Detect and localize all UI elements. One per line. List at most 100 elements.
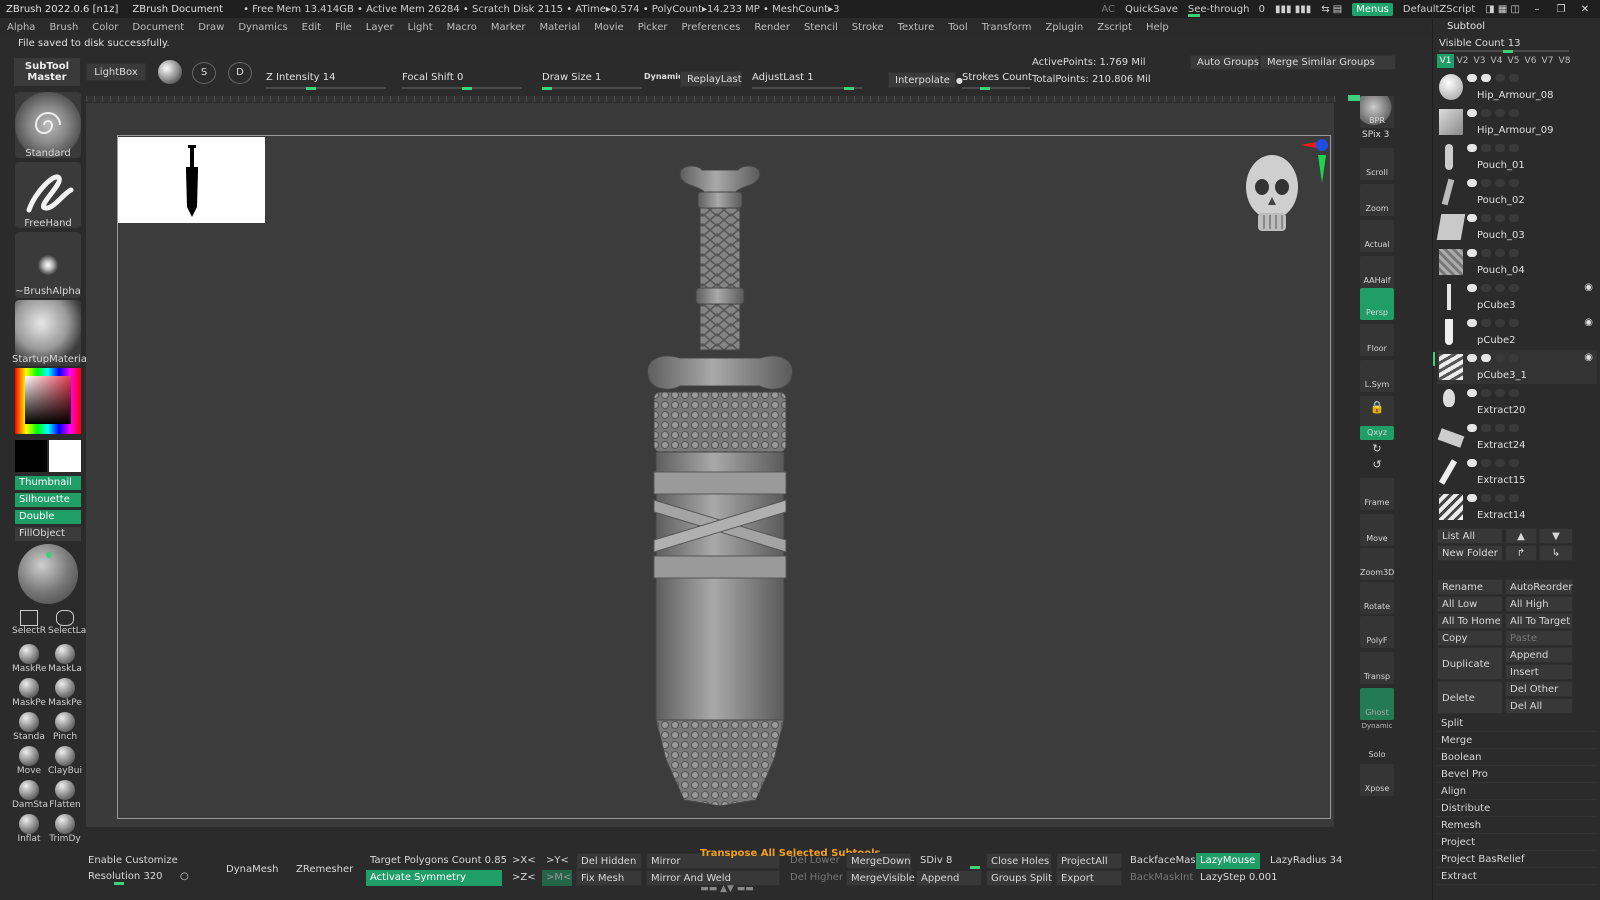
draw-d-icon[interactable]: D [228,62,252,84]
interpolate-button[interactable]: Interpolate ● [888,72,963,88]
menu-marker[interactable]: Marker [484,22,533,33]
flatten-brush-mini[interactable]: Flatten [48,780,82,814]
subtool-item[interactable]: Pouch_04 [1437,245,1597,279]
subtool-item-selected[interactable]: pCube3_1 ◉ [1433,350,1597,384]
subtool-item[interactable]: Pouch_01 [1437,140,1597,174]
primary-color-swatch[interactable] [15,440,47,472]
copy-button[interactable]: Copy [1437,630,1503,646]
mergedown-button[interactable]: MergeDown [846,853,912,869]
move-brush-mini[interactable]: Move [12,746,46,780]
menu-brush[interactable]: Brush [42,22,85,33]
bottom-tray-toggle-icon[interactable]: ▬▬ ▲▼ ▬▬ [670,884,780,896]
del-hidden-button[interactable]: Del Hidden [576,853,642,869]
solo-button[interactable]: Solo [1360,730,1394,762]
trimdynamic-brush-mini[interactable]: TrimDy [48,814,82,848]
focal-shift-slider[interactable]: Focal Shift 0 [402,72,522,90]
sdiv-slider[interactable]: SDiv 8 [916,853,982,869]
adjust-last-slider[interactable]: AdjustLast 1 [752,72,862,90]
folder-up-button[interactable]: ↱ [1505,545,1537,561]
version-tab-v6[interactable]: V6 [1522,54,1539,68]
menu-preferences[interactable]: Preferences [675,22,748,33]
menu-transform[interactable]: Transform [975,22,1039,33]
visible-count-slider[interactable]: Visible Count 13 [1439,38,1579,53]
paste-button[interactable]: Paste [1505,630,1573,646]
restore-icon[interactable]: ❐ [1554,4,1568,15]
enable-customize-button[interactable]: Enable Customize [84,853,204,869]
zoom3d-button[interactable]: Zoom3D [1360,548,1394,580]
zremesher-button[interactable]: ZRemesher [292,862,356,878]
merge-similar-groups-button[interactable]: Merge Similar Groups [1260,55,1396,70]
menu-picker[interactable]: Picker [631,22,675,33]
subtool-master-button[interactable]: SubTool Master [14,58,80,86]
subtool-item[interactable]: Pouch_03 [1436,210,1597,244]
append-bottom-button[interactable]: Append [916,870,982,886]
menu-movie[interactable]: Movie [587,22,631,33]
subtool-item[interactable]: Hip_Armour_09 [1437,105,1597,139]
menu-help[interactable]: Help [1139,22,1176,33]
project-section[interactable]: Project [1437,835,1597,851]
mask-rect-tool[interactable]: MaskRe [12,644,47,678]
subtool-item[interactable]: pCube2 ◉ [1437,315,1597,349]
append-button[interactable]: Append [1505,647,1573,663]
menus-button[interactable]: Menus [1352,2,1393,16]
mask-pen2-tool[interactable]: MaskPe [48,678,82,712]
split-section[interactable]: Split [1437,716,1597,732]
stripes-icon[interactable]: ▮▮▮ ▮▮▮ [1275,4,1311,15]
eye-icon[interactable]: ◉ [1584,352,1593,363]
version-tab-v5[interactable]: V5 [1505,54,1522,68]
minimize-icon[interactable]: – [1530,4,1544,15]
menu-stroke[interactable]: Stroke [845,22,891,33]
draw-size-slider[interactable]: Draw Size 1 [542,72,642,90]
boolean-section[interactable]: Boolean [1437,750,1597,766]
export-button[interactable]: Export [1056,870,1122,886]
all-low-button[interactable]: All Low [1437,596,1503,612]
polyframe-button[interactable]: PolyF [1360,616,1394,648]
menu-document[interactable]: Document [125,22,191,33]
menu-light[interactable]: Light [401,22,440,33]
fillobject-button[interactable]: FillObject [15,527,81,541]
lightbox-button[interactable]: LightBox [86,63,146,81]
menu-render[interactable]: Render [747,22,797,33]
resolution-dot-icon[interactable]: ○ [176,869,190,885]
backface-mask-button[interactable]: BackfaceMask [1126,853,1201,869]
version-tab-v2[interactable]: V2 [1454,54,1471,68]
version-tab-v4[interactable]: V4 [1488,54,1505,68]
secondary-color-swatch[interactable] [49,440,81,472]
groups-split-button[interactable]: Groups Split [986,870,1052,886]
inflate-brush-mini[interactable]: Inflat [12,814,46,848]
all-high-button[interactable]: All High [1505,596,1573,612]
align-section[interactable]: Align [1437,784,1597,800]
bpr-button[interactable]: BPR [1360,96,1394,128]
duplicate-button[interactable]: Duplicate [1437,647,1503,680]
dynamic-label[interactable]: Dynamic [644,72,683,81]
subtool-item[interactable]: Hip_Armour_08 [1437,70,1597,104]
canvas-scroll-indicator[interactable] [1348,95,1360,101]
projectall-button[interactable]: ProjectAll [1056,853,1122,869]
list-all-button[interactable]: List All [1437,528,1503,544]
menu-dynamics[interactable]: Dynamics [231,22,294,33]
distribute-section[interactable]: Distribute [1437,801,1597,817]
move-up-button[interactable]: ▲ [1505,528,1537,544]
dagger-model[interactable] [640,160,800,820]
menu-material[interactable]: Material [532,22,587,33]
frame-button[interactable]: Frame [1360,478,1394,510]
navigator-sphere[interactable] [18,544,78,604]
aahalf-button[interactable]: AAHalf [1360,256,1394,288]
autoreorder-button[interactable]: AutoReorder [1505,579,1573,595]
del-higher-button[interactable]: Del Higher [786,870,844,886]
select-rect-tool[interactable]: SelectR [12,610,46,644]
move-view-button[interactable]: Move [1360,514,1394,546]
del-all-button[interactable]: Del All [1505,698,1573,714]
thumbnail-button[interactable]: Thumbnail [15,476,81,490]
folder-down-button[interactable]: ↳ [1539,545,1573,561]
remesh-section[interactable]: Remesh [1437,818,1597,834]
merge-section[interactable]: Merge [1437,733,1597,749]
mask-lasso-tool[interactable]: MaskLa [48,644,82,678]
resolution-slider[interactable]: Resolution 320 [84,869,184,885]
xpose-button[interactable]: Xpose [1360,764,1394,796]
bevel-pro-section[interactable]: Bevel Pro [1437,767,1597,783]
target-polygons-slider[interactable]: Target Polygons Count 0.8503€ [366,853,506,869]
zoom-button[interactable]: Zoom [1360,184,1394,216]
subtool-item[interactable]: Extract15 [1437,455,1597,489]
menu-color[interactable]: Color [85,22,125,33]
